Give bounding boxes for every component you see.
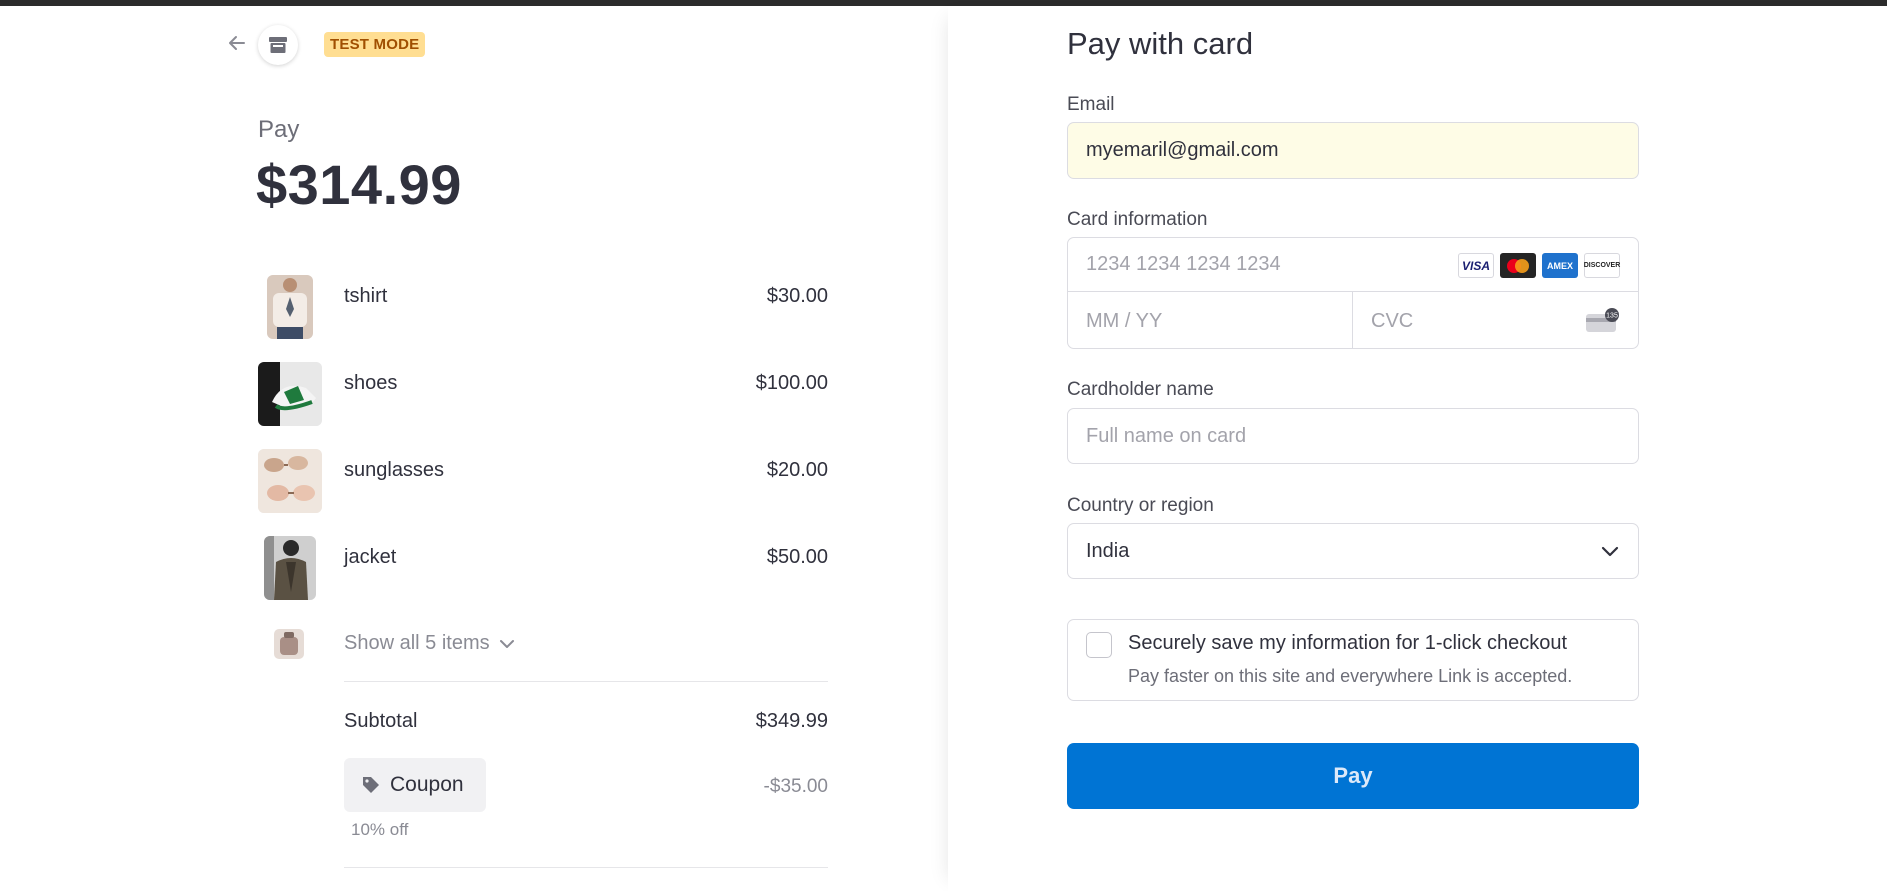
jacket-thumbnail bbox=[264, 536, 316, 600]
country-value: India bbox=[1086, 539, 1130, 562]
pay-label: Pay bbox=[258, 116, 300, 143]
save-info-title: Securely save my information for 1-click… bbox=[1128, 632, 1568, 654]
item-price: $50.00 bbox=[766, 546, 828, 568]
summary-divider bbox=[344, 867, 828, 868]
line-item: shoes $100.00 bbox=[258, 362, 828, 426]
subtotal-value: $349.99 bbox=[755, 710, 828, 732]
tshirt-thumbnail bbox=[267, 275, 313, 339]
line-item: sunglasses $20.00 bbox=[258, 449, 828, 513]
email-label: Email bbox=[1067, 94, 1115, 115]
mastercard-icon bbox=[1500, 253, 1536, 278]
item-name: shoes bbox=[344, 372, 398, 394]
save-info-checkbox[interactable] bbox=[1086, 632, 1112, 658]
email-field[interactable] bbox=[1067, 122, 1639, 179]
sunglasses-thumbnail bbox=[258, 449, 322, 513]
line-item: jacket $50.00 bbox=[258, 536, 828, 600]
form-title: Pay with card bbox=[1067, 26, 1254, 61]
test-mode-badge: TEST MODE bbox=[324, 32, 426, 57]
more-items-thumbnail bbox=[274, 629, 304, 659]
back-arrow-icon[interactable] bbox=[222, 28, 252, 58]
store-icon[interactable] bbox=[258, 25, 298, 65]
total-amount: $314.99 bbox=[256, 153, 462, 216]
amex-icon: AMEX bbox=[1542, 253, 1578, 278]
cvc-card-icon: 135 bbox=[1586, 308, 1620, 334]
save-info-box: Securely save my information for 1-click… bbox=[1067, 619, 1639, 701]
coupon-label: Coupon bbox=[390, 773, 464, 796]
subtotal-label: Subtotal bbox=[344, 710, 418, 732]
card-info-label: Card information bbox=[1067, 209, 1208, 230]
card-brands: VISA AMEX DISCOVER bbox=[1458, 253, 1620, 278]
discover-icon: DISCOVER bbox=[1584, 253, 1620, 278]
item-price: $30.00 bbox=[766, 285, 828, 307]
coupon-discount: -$35.00 bbox=[763, 776, 828, 797]
item-name: sunglasses bbox=[344, 459, 445, 481]
show-all-items-button[interactable]: Show all 5 items bbox=[344, 632, 516, 655]
save-info-subtitle: Pay faster on this site and everywhere L… bbox=[1128, 666, 1573, 686]
country-select[interactable]: India bbox=[1067, 523, 1639, 579]
line-item: tshirt $30.00 bbox=[258, 275, 828, 339]
item-price: $100.00 bbox=[755, 372, 828, 394]
tag-icon bbox=[363, 777, 379, 793]
card-information-group: VISA AMEX DISCOVER 135 bbox=[1067, 237, 1639, 349]
chevron-down-icon bbox=[1601, 546, 1619, 557]
item-name: jacket bbox=[344, 546, 397, 568]
shoes-thumbnail bbox=[258, 362, 322, 426]
item-price: $20.00 bbox=[766, 459, 828, 481]
pay-button[interactable]: Pay bbox=[1067, 743, 1639, 809]
coupon-chip[interactable]: Coupon bbox=[344, 758, 486, 812]
show-all-items-label: Show all 5 items bbox=[344, 632, 490, 654]
expiry-input[interactable] bbox=[1068, 292, 1353, 348]
cardholder-label: Cardholder name bbox=[1067, 379, 1214, 400]
item-name: tshirt bbox=[344, 285, 388, 307]
coupon-note: 10% off bbox=[351, 820, 409, 839]
summary-divider bbox=[344, 681, 828, 682]
chevron-down-icon bbox=[499, 639, 514, 648]
cardholder-name-input[interactable] bbox=[1067, 408, 1639, 464]
visa-icon: VISA bbox=[1458, 253, 1494, 278]
cvc-icon-digits: 135 bbox=[1606, 313, 1618, 320]
country-label: Country or region bbox=[1067, 495, 1214, 516]
